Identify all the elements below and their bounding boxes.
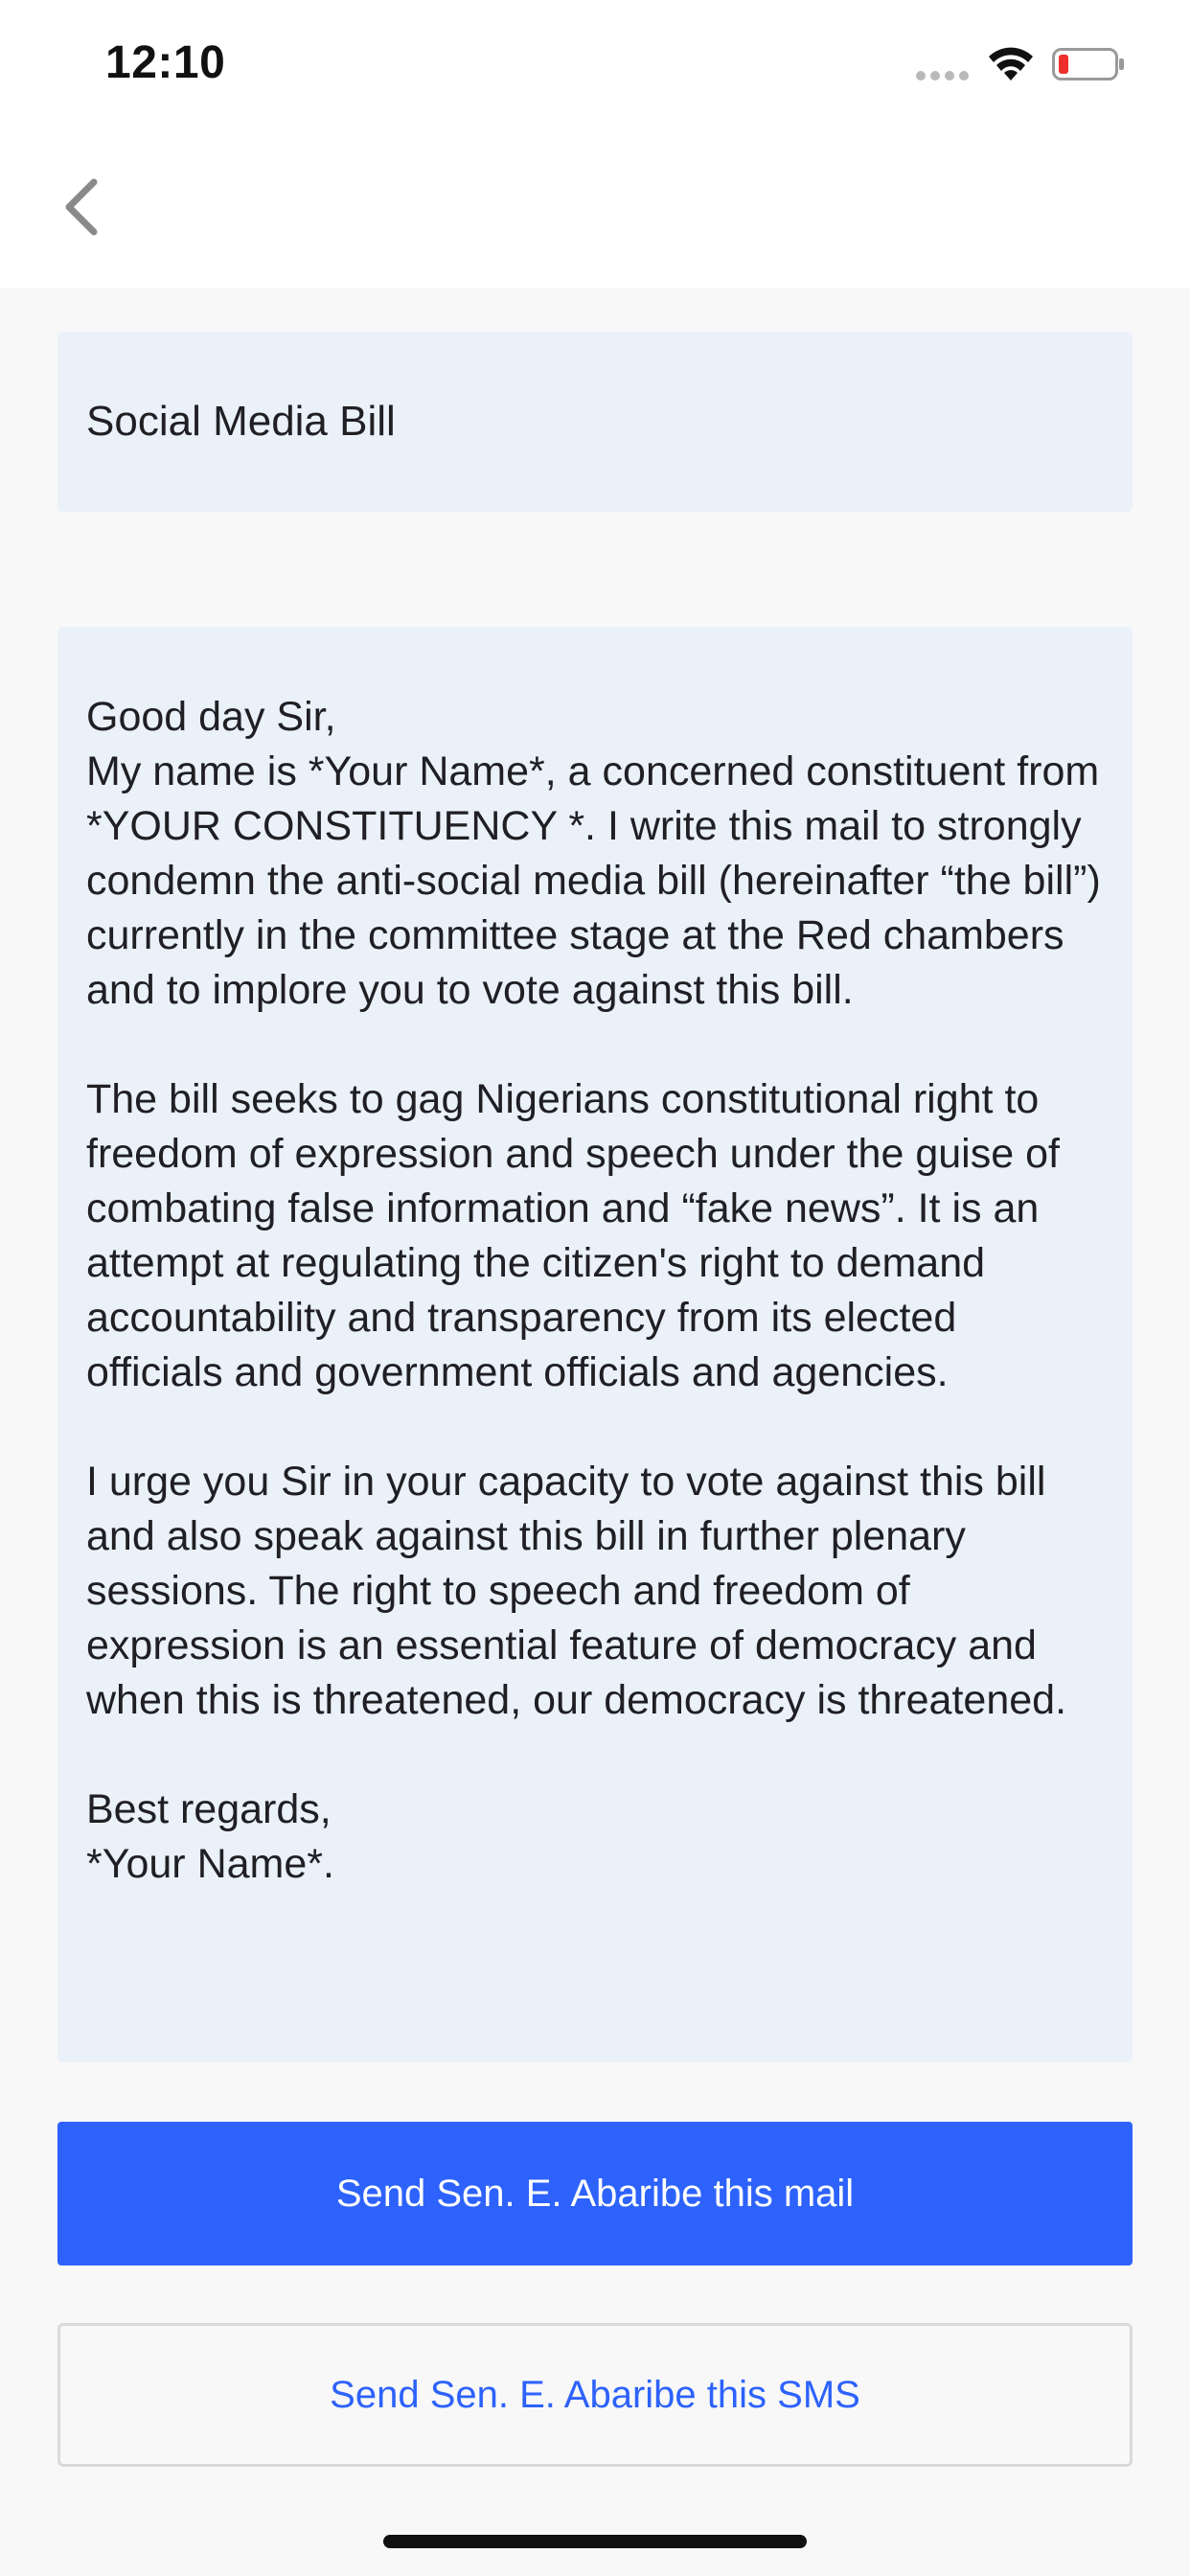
send-mail-button-label: Send Sen. E. Abaribe this mail xyxy=(335,2172,855,2215)
battery-low-icon xyxy=(1052,48,1124,80)
status-time: 12:10 xyxy=(105,37,226,88)
message-body-text: Good day Sir, My name is *Your Name*, a … xyxy=(86,694,1101,1887)
back-button[interactable] xyxy=(50,165,111,247)
signal-dots-icon xyxy=(916,71,970,82)
send-sms-button-label: Send Sen. E. Abaribe this SMS xyxy=(330,2373,860,2416)
message-body-field[interactable]: Good day Sir, My name is *Your Name*, a … xyxy=(57,627,1133,2062)
chevron-left-icon xyxy=(65,178,98,236)
subject-field[interactable]: Social Media Bill xyxy=(57,332,1133,512)
navigation-bar xyxy=(0,126,1190,288)
send-sms-button[interactable]: Send Sen. E. Abaribe this SMS xyxy=(57,2323,1133,2467)
status-bar: 12:10 xyxy=(0,0,1190,126)
subject-text: Social Media Bill xyxy=(86,398,396,445)
send-mail-button[interactable]: Send Sen. E. Abaribe this mail xyxy=(57,2122,1133,2266)
home-indicator xyxy=(383,2535,807,2548)
wifi-icon xyxy=(989,47,1033,80)
